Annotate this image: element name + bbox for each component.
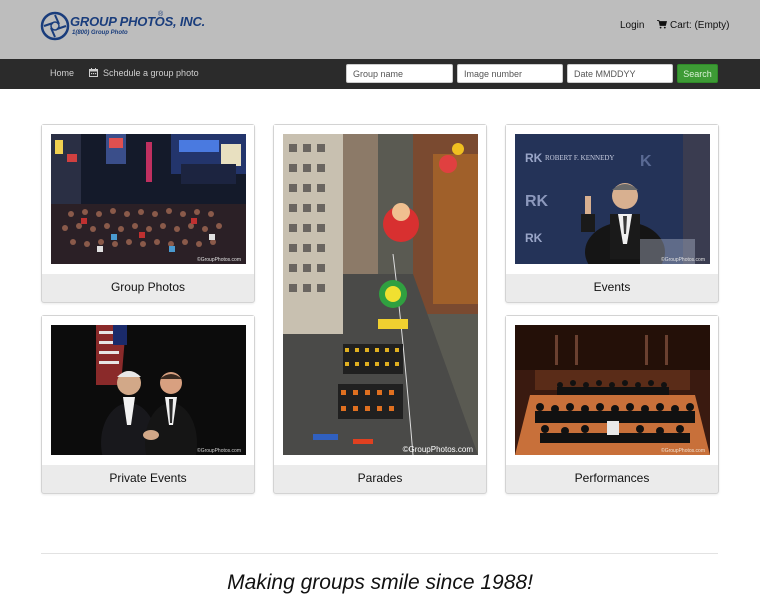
card-photo-frame: ©GroupPhotos.com <box>274 125 486 465</box>
card-photo-frame: ©GroupPhotos.com <box>42 316 254 465</box>
card-photo-frame: ©GroupPhotos.com <box>506 316 718 465</box>
registered-mark: ® <box>158 11 164 18</box>
photo-watermark: ©GroupPhotos.com <box>661 256 705 263</box>
footer-divider <box>41 553 718 554</box>
nav-schedule-link[interactable]: Schedule a group photo <box>89 68 199 78</box>
card-label-performances: Performances <box>574 471 650 485</box>
shopping-cart-icon <box>657 20 667 29</box>
photo-watermark: ©GroupPhotos.com <box>403 445 474 454</box>
category-card-parades[interactable]: ©GroupPhotos.com Parades <box>273 124 487 494</box>
parade-photo-thumbnail: ©GroupPhotos.com <box>283 134 478 455</box>
group-name-input[interactable] <box>346 64 453 83</box>
card-photo-frame: RK ROBERT F. KENNEDY RK RK K ©GroupPhoto… <box>506 125 718 274</box>
logo-wordmark: GROUP PHOTOS, INC. <box>70 14 206 29</box>
backdrop-text: ROBERT F. KENNEDY <box>545 154 614 162</box>
camera-lens-icon <box>40 11 70 41</box>
card-label-parades: Parades <box>357 471 403 485</box>
svg-text:RK: RK <box>525 151 543 165</box>
category-card-performances[interactable]: ©GroupPhotos.com Performances <box>505 315 719 494</box>
image-number-input[interactable] <box>457 64 563 83</box>
nav-home-link[interactable]: Home <box>50 68 74 78</box>
category-card-private-events[interactable]: ©GroupPhotos.com Private Events <box>41 315 255 494</box>
performances-photo-thumbnail: ©GroupPhotos.com <box>515 325 710 455</box>
category-card-group-photos[interactable]: ©GroupPhotos.com Group Photos <box>41 124 255 303</box>
svg-text:K: K <box>640 153 652 170</box>
login-link[interactable]: Login <box>620 20 644 31</box>
site-header: GROUP PHOTOS, INC. ® 1(800) Group Photo … <box>0 0 760 59</box>
photo-watermark: ©GroupPhotos.com <box>197 447 241 454</box>
logo-phone-line: 1(800) Group Photo <box>72 30 128 36</box>
schedule-label: Schedule a group photo <box>103 68 199 78</box>
card-label-events: Events <box>593 280 631 294</box>
private-events-photo-thumbnail: ©GroupPhotos.com <box>51 325 246 455</box>
category-card-events[interactable]: RK ROBERT F. KENNEDY RK RK K ©GroupPhoto… <box>505 124 719 303</box>
card-label-private-events: Private Events <box>109 471 187 485</box>
group-photo-thumbnail: ©GroupPhotos.com <box>51 134 246 264</box>
card-photo-frame: ©GroupPhotos.com <box>42 125 254 274</box>
date-input[interactable] <box>567 64 673 83</box>
svg-text:RK: RK <box>525 231 543 245</box>
events-photo-thumbnail: RK ROBERT F. KENNEDY RK RK K ©GroupPhoto… <box>515 134 710 264</box>
photo-watermark: ©GroupPhotos.com <box>661 447 705 454</box>
photo-watermark: ©GroupPhotos.com <box>197 256 241 263</box>
cart-link[interactable]: Cart: (Empty) <box>657 20 729 31</box>
main-navbar: Home Schedule a group photo Search <box>0 59 760 89</box>
cart-label: Cart: (Empty) <box>670 20 730 31</box>
site-tagline: Making groups smile since 1988! <box>227 571 533 594</box>
calendar-icon <box>89 68 98 77</box>
card-label-group-photos: Group Photos <box>110 280 186 294</box>
svg-text:RK: RK <box>525 193 549 210</box>
search-button[interactable]: Search <box>677 64 718 83</box>
company-logo[interactable]: GROUP PHOTOS, INC. ® 1(800) Group Photo <box>40 11 205 43</box>
